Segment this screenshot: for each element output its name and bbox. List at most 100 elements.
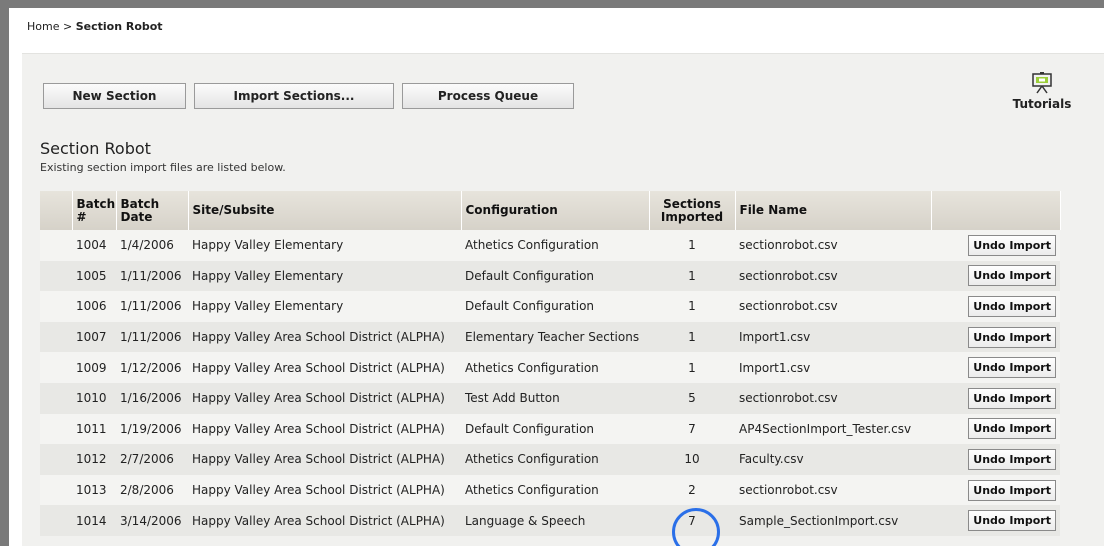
table-row: 1012 2/7/2006 Happy Valley Area School D… <box>40 444 1060 475</box>
table-row: 1014 3/14/2006 Happy Valley Area School … <box>40 505 1060 536</box>
table-row: 1007 1/11/2006 Happy Valley Area School … <box>40 321 1060 353</box>
tutorials-button[interactable]: Tutorials <box>1003 72 1081 120</box>
file-name-cell: Sample_SectionImport.csv <box>735 505 931 536</box>
batch-number-cell: 1012 <box>72 444 116 475</box>
site-cell: Happy Valley Area School District (ALPHA… <box>188 474 461 506</box>
header-spacer <box>40 191 73 230</box>
batch-date-cell: 3/14/2006 <box>116 505 188 536</box>
batch-number-cell: 1011 <box>72 413 116 445</box>
undo-import-button[interactable]: Undo Import <box>968 448 1056 470</box>
table-row: 1010 1/16/2006 Happy Valley Area School … <box>40 382 1060 414</box>
configuration-cell: Language & Speech <box>461 505 649 536</box>
table-row: 1009 1/12/2006 Happy Valley Area School … <box>40 352 1060 383</box>
file-name-cell: sectionrobot.csv <box>735 291 931 322</box>
import-sections-button[interactable]: Import Sections... <box>194 83 394 109</box>
batch-date-cell: 1/11/2006 <box>116 260 188 292</box>
file-name-cell: Import1.csv <box>735 352 931 383</box>
batch-date-cell: 2/8/2006 <box>116 474 188 506</box>
batch-number-cell: 1006 <box>72 291 116 322</box>
sections-imported-cell: 1 <box>649 291 735 322</box>
batch-number-cell: 1007 <box>72 321 116 353</box>
site-cell: Happy Valley Area School District (ALPHA… <box>188 352 461 383</box>
undo-import-button[interactable]: Undo Import <box>968 234 1056 256</box>
tutorials-label: Tutorials <box>1012 97 1072 111</box>
batch-number-cell: 1010 <box>72 382 116 414</box>
batch-number-cell: 1005 <box>72 260 116 292</box>
batch-date-cell: 1/19/2006 <box>116 413 188 445</box>
site-cell: Happy Valley Elementary <box>188 230 461 261</box>
page-title: Section Robot <box>40 139 151 158</box>
header-batch-date[interactable]: Batch Date <box>116 191 189 230</box>
sections-imported-cell: 10 <box>649 444 735 475</box>
import-batches-table: Batch # Batch Date Site/Subsite Configur… <box>40 191 1061 536</box>
configuration-cell: Athetics Configuration <box>461 474 649 506</box>
table-row: 1006 1/11/2006 Happy Valley Elementary D… <box>40 291 1060 322</box>
batch-date-cell: 1/4/2006 <box>116 230 188 261</box>
window-frame-left <box>0 0 9 546</box>
configuration-cell: Athetics Configuration <box>461 230 649 261</box>
file-name-cell: Faculty.csv <box>735 444 931 475</box>
header-batch-number[interactable]: Batch # <box>72 191 117 230</box>
table-row: 1011 1/19/2006 Happy Valley Area School … <box>40 413 1060 445</box>
undo-import-button[interactable]: Undo Import <box>968 479 1056 501</box>
configuration-cell: Default Configuration <box>461 260 649 292</box>
breadcrumb: Home > Section Robot <box>27 20 163 33</box>
header-file-name[interactable]: File Name <box>735 191 932 230</box>
batch-date-cell: 1/12/2006 <box>116 352 188 383</box>
header-actions <box>931 191 1061 230</box>
sections-imported-cell: 1 <box>649 352 735 383</box>
file-name-cell: sectionrobot.csv <box>735 230 931 261</box>
site-cell: Happy Valley Area School District (ALPHA… <box>188 382 461 414</box>
file-name-cell: AP4SectionImport_Tester.csv <box>735 413 931 445</box>
table-header-row: Batch # Batch Date Site/Subsite Configur… <box>40 191 1061 230</box>
configuration-cell: Athetics Configuration <box>461 444 649 475</box>
configuration-cell: Default Configuration <box>461 413 649 445</box>
configuration-cell: Athetics Configuration <box>461 352 649 383</box>
site-cell: Happy Valley Elementary <box>188 291 461 322</box>
new-section-button[interactable]: New Section <box>43 83 186 109</box>
sections-imported-cell: 1 <box>649 260 735 292</box>
undo-import-button[interactable]: Undo Import <box>968 387 1056 409</box>
batch-date-cell: 1/11/2006 <box>116 291 188 322</box>
site-cell: Happy Valley Area School District (ALPHA… <box>188 444 461 475</box>
header-site[interactable]: Site/Subsite <box>188 191 462 230</box>
batch-number-cell: 1004 <box>72 230 116 261</box>
site-cell: Happy Valley Area School District (ALPHA… <box>188 321 461 353</box>
batch-number-cell: 1014 <box>72 505 116 536</box>
page-subtitle: Existing section import files are listed… <box>40 161 286 174</box>
site-cell: Happy Valley Area School District (ALPHA… <box>188 505 461 536</box>
file-name-cell: sectionrobot.csv <box>735 382 931 414</box>
configuration-cell: Default Configuration <box>461 291 649 322</box>
sections-imported-cell: 7 <box>649 413 735 445</box>
undo-import-button[interactable]: Undo Import <box>968 295 1056 317</box>
batch-date-cell: 1/11/2006 <box>116 321 188 353</box>
header-sections-imported[interactable]: Sections Imported <box>649 191 736 230</box>
sections-imported-cell: 2 <box>649 474 735 506</box>
sections-imported-cell: 5 <box>649 382 735 414</box>
table-row: 1013 2/8/2006 Happy Valley Area School D… <box>40 474 1060 506</box>
file-name-cell: sectionrobot.csv <box>735 474 931 506</box>
batch-date-cell: 1/16/2006 <box>116 382 188 414</box>
process-queue-button[interactable]: Process Queue <box>402 83 574 109</box>
undo-import-button[interactable]: Undo Import <box>968 510 1056 532</box>
site-cell: Happy Valley Elementary <box>188 260 461 292</box>
batch-number-cell: 1009 <box>72 352 116 383</box>
undo-import-button[interactable]: Undo Import <box>968 326 1056 348</box>
batch-date-cell: 2/7/2006 <box>116 444 188 475</box>
site-cell: Happy Valley Area School District (ALPHA… <box>188 413 461 445</box>
configuration-cell: Elementary Teacher Sections <box>461 321 649 353</box>
table-row: 1005 1/11/2006 Happy Valley Elementary D… <box>40 260 1060 292</box>
sections-imported-cell: 1 <box>649 230 735 261</box>
breadcrumb-separator: > <box>59 20 76 33</box>
undo-import-button[interactable]: Undo Import <box>968 265 1056 287</box>
window-frame-top <box>0 0 1104 8</box>
file-name-cell: Import1.csv <box>735 321 931 353</box>
breadcrumb-home-link[interactable]: Home <box>27 20 59 33</box>
header-configuration[interactable]: Configuration <box>461 191 650 230</box>
undo-import-button[interactable]: Undo Import <box>968 357 1056 379</box>
batch-number-cell: 1013 <box>72 474 116 506</box>
breadcrumb-current: Section Robot <box>75 20 163 33</box>
undo-import-button[interactable]: Undo Import <box>968 418 1056 440</box>
sections-imported-cell: 1 <box>649 321 735 353</box>
configuration-cell: Test Add Button <box>461 382 649 414</box>
